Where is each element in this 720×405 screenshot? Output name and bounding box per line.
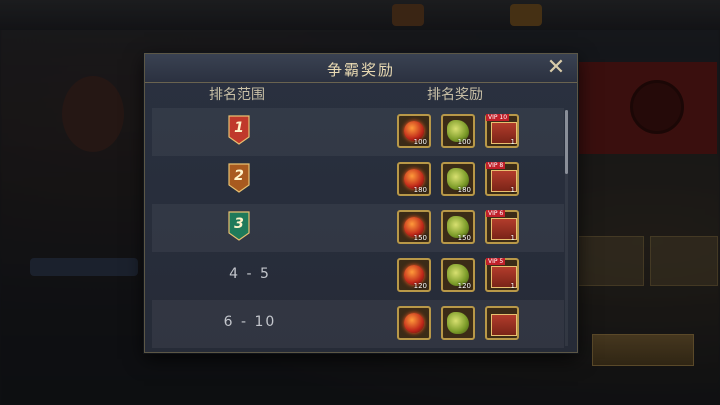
rank-banner-icon: 3 — [228, 211, 250, 241]
reward-quantity: 1 — [510, 282, 515, 290]
rank-number: 3 — [234, 216, 244, 232]
reward-item-slot[interactable]: VIP 10 1 — [485, 114, 519, 148]
vip-badge: VIP 10 — [486, 114, 510, 121]
rank-range-label: 6 - 10 — [223, 314, 277, 330]
scrollbar-thumb[interactable] — [565, 110, 568, 174]
vip-gift-box-icon — [491, 314, 517, 336]
rank-number: 1 — [234, 120, 244, 136]
reward-quantity: 180 — [457, 186, 471, 194]
reward-item-slot[interactable]: 100 — [397, 114, 431, 148]
reward-item-slot[interactable]: VIP 6 1 — [485, 210, 519, 244]
reward-row: 4 - 5 120 120 VIP 5 1 — [152, 252, 564, 300]
reward-item-slot[interactable]: 120 — [441, 258, 475, 292]
reward-row: 1 100 100 VIP 10 1 — [152, 108, 564, 156]
close-icon[interactable]: ✕ — [545, 57, 567, 79]
rank-number: 2 — [234, 168, 244, 184]
jade-dragon-icon — [447, 312, 469, 334]
rank-reward-header: 排名奖励 — [427, 87, 483, 103]
reward-item-slot[interactable]: 150 — [397, 210, 431, 244]
reward-quantity: 1 — [510, 186, 515, 194]
reward-item-slot[interactable]: 180 — [441, 162, 475, 196]
reward-quantity: 120 — [413, 282, 427, 290]
reward-quantity: 180 — [413, 186, 427, 194]
reward-quantity: 100 — [413, 138, 427, 146]
reward-item-slot[interactable] — [441, 306, 475, 340]
scrollbar[interactable] — [565, 110, 568, 346]
rank-range-header: 排名范围 — [209, 87, 265, 103]
rank-banner-icon: 2 — [228, 163, 250, 193]
vip-badge: VIP 6 — [486, 210, 506, 217]
rank-range-label: 4 - 5 — [229, 266, 271, 282]
reward-item-slot[interactable]: 100 — [441, 114, 475, 148]
reward-row: 2 180 180 VIP 8 1 — [152, 156, 564, 204]
reward-item-slot[interactable]: 180 — [397, 162, 431, 196]
fire-orb-icon — [404, 313, 424, 333]
vip-badge: VIP 8 — [486, 162, 506, 169]
reward-row: 6 - 10 — [152, 300, 564, 348]
vip-badge: VIP 5 — [486, 258, 506, 265]
reward-list[interactable]: 1 100 100 VIP 10 1 2 180 180 VIP 8 1 3 150 150 VIP 6 1… — [152, 108, 564, 348]
reward-item-slot[interactable]: 120 — [397, 258, 431, 292]
reward-quantity: 1 — [510, 234, 515, 242]
reward-quantity: 120 — [457, 282, 471, 290]
dialog-title-bar: 争霸奖励 ✕ — [145, 54, 577, 83]
reward-item-slot[interactable]: VIP 5 1 — [485, 258, 519, 292]
reward-row: 3 150 150 VIP 6 1 — [152, 204, 564, 252]
reward-dialog: 争霸奖励 ✕ 排名范围 排名奖励 1 100 100 VIP 10 1 2 180 180 VI… — [144, 53, 578, 353]
dialog-title: 争霸奖励 — [326, 61, 395, 79]
reward-item-slot[interactable]: 150 — [441, 210, 475, 244]
reward-quantity: 1 — [510, 138, 515, 146]
rank-banner-icon: 1 — [228, 115, 250, 145]
reward-item-slot[interactable] — [397, 306, 431, 340]
reward-quantity: 100 — [457, 138, 471, 146]
reward-item-slot[interactable] — [485, 306, 519, 340]
reward-item-slot[interactable]: VIP 8 1 — [485, 162, 519, 196]
reward-quantity: 150 — [457, 234, 471, 242]
reward-quantity: 150 — [413, 234, 427, 242]
